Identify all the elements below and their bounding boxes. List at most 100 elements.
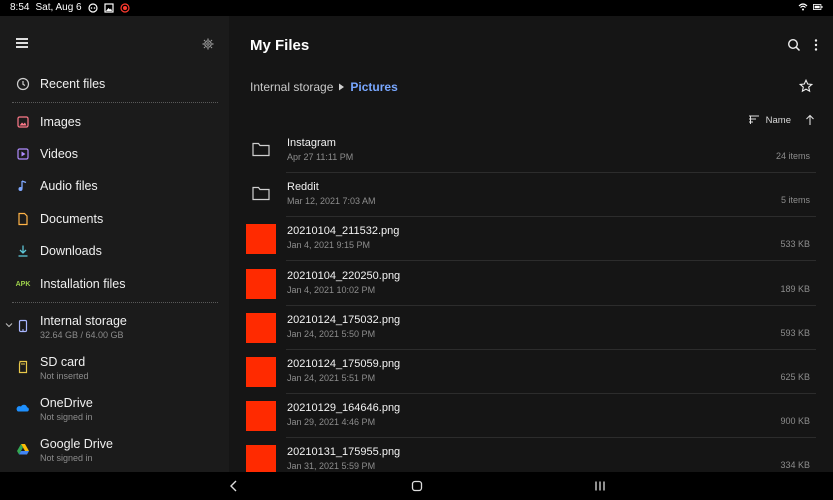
file-name: 20210104_220250.png xyxy=(287,269,401,282)
sidebar-item-recent-files[interactable]: Recent files xyxy=(0,68,229,100)
file-date: Jan 4, 2021 9:15 PM xyxy=(287,240,371,251)
sidebar-item-sd-card[interactable]: SD card Not inserted xyxy=(0,347,229,387)
gear-icon[interactable] xyxy=(202,38,214,50)
sidebar: Recent files Images Videos Audio files D… xyxy=(0,16,229,472)
menu-icon[interactable] xyxy=(16,38,28,48)
file-name: Reddit xyxy=(287,181,319,194)
file-date: Jan 24, 2021 5:50 PM xyxy=(287,328,376,339)
sidebar-item-label: Installation files xyxy=(40,277,126,291)
breadcrumb-arrow-icon xyxy=(339,83,345,91)
video-icon xyxy=(17,148,29,160)
sidebar-item-images[interactable]: Images xyxy=(0,106,229,138)
folder-row[interactable]: Reddit Mar 12, 2021 7:03 AM 5 items xyxy=(246,173,816,218)
battery-icon xyxy=(813,4,823,10)
search-icon[interactable] xyxy=(787,38,801,52)
file-size: 334 KB xyxy=(780,460,810,471)
image-icon xyxy=(17,116,29,128)
file-size: 533 KB xyxy=(780,239,810,250)
sort-by-name[interactable]: Name xyxy=(766,115,791,126)
file-date: Jan 31, 2021 5:59 PM xyxy=(287,461,376,472)
file-row[interactable]: 20210104_211532.png Jan 4, 2021 9:15 PM 53… xyxy=(246,217,816,262)
file-date: Mar 12, 2021 7:03 AM xyxy=(287,196,376,207)
image-thumbnail xyxy=(246,312,276,343)
sidebar-item-videos[interactable]: Videos xyxy=(0,138,229,170)
wifi-icon xyxy=(798,3,808,11)
breadcrumb-pictures[interactable]: Pictures xyxy=(350,80,397,94)
file-name: 20210131_175955.png xyxy=(287,446,401,459)
sidebar-item-label: Audio files xyxy=(40,179,98,193)
status-bar: 8:54 Sat, Aug 6 xyxy=(0,0,833,16)
file-date: Apr 27 11:11 PM xyxy=(287,152,354,162)
breadcrumb-internal-storage[interactable]: Internal storage xyxy=(250,80,333,94)
image-thumbnail xyxy=(246,445,276,476)
download-icon xyxy=(18,245,28,257)
file-name: 20210124_175059.png xyxy=(287,358,401,370)
storage-usage: 32.64 GB / 64.00 GB xyxy=(40,330,124,340)
sidebar-item-label: Documents xyxy=(40,212,104,226)
navigation-bar xyxy=(0,472,833,500)
divider xyxy=(12,302,218,303)
sidebar-item-installation-files[interactable]: APK Installation files xyxy=(0,268,229,300)
clock-icon xyxy=(16,77,30,91)
sidebar-item-status: Not inserted xyxy=(40,371,89,381)
recent-apps-icon[interactable] xyxy=(593,479,607,493)
sidebar-item-documents[interactable]: Documents xyxy=(0,203,229,235)
sidebar-item-label: SD card xyxy=(40,355,86,369)
apk-icon: APK xyxy=(15,280,31,288)
file-name: Instagram xyxy=(287,137,336,149)
onedrive-icon xyxy=(16,404,29,412)
file-size: 189 KB xyxy=(780,283,810,294)
file-row[interactable]: 20210124_175032.png Jan 24, 2021 5:50 PM 5… xyxy=(246,306,816,350)
more-options-icon[interactable] xyxy=(813,38,819,52)
home-icon[interactable] xyxy=(410,479,424,493)
chevron-down-icon[interactable] xyxy=(5,321,13,329)
sidebar-item-label: Recent files xyxy=(40,77,106,91)
page-title: My Files xyxy=(250,37,310,54)
folder-icon xyxy=(252,142,270,157)
sidebar-item-label: Videos xyxy=(40,147,78,161)
gallery-icon xyxy=(104,2,114,13)
sidebar-item-audio-files[interactable]: Audio files xyxy=(0,170,229,202)
music-note-icon xyxy=(18,180,27,191)
file-size: 900 KB xyxy=(780,416,810,427)
main-panel: My Files Internal storage Pictures Name … xyxy=(229,16,833,483)
star-icon[interactable] xyxy=(799,79,813,93)
status-time: 8:54 xyxy=(10,2,30,13)
file-name: 20210124_175032.png xyxy=(287,313,401,326)
folder-icon xyxy=(252,187,270,201)
phone-icon xyxy=(18,319,28,333)
sidebar-item-status: Not signed in xyxy=(40,453,93,463)
image-thumbnail xyxy=(246,357,276,387)
file-size: 625 KB xyxy=(780,372,810,382)
item-count: 24 items xyxy=(775,151,810,161)
image-thumbnail xyxy=(246,224,276,255)
file-date: Jan 24, 2021 5:51 PM xyxy=(287,373,376,383)
sort-ascending-arrow-icon[interactable] xyxy=(805,114,815,126)
sidebar-item-label: Downloads xyxy=(40,244,102,258)
file-row[interactable]: 20210129_164646.png Jan 29, 2021 4:46 PM 9… xyxy=(246,394,816,439)
discord-icon xyxy=(88,2,98,13)
sidebar-item-internal-storage[interactable]: Internal storage 32.64 GB / 64.00 GB xyxy=(0,306,229,346)
sort-icon[interactable] xyxy=(748,115,760,125)
breadcrumb: Internal storage Pictures xyxy=(250,80,398,94)
divider xyxy=(12,102,218,103)
image-thumbnail xyxy=(246,268,276,299)
document-icon xyxy=(18,212,28,226)
file-row[interactable]: 20210104_220250.png Jan 4, 2021 10:02 PM 1… xyxy=(246,262,816,306)
file-row[interactable]: 20210124_175059.png Jan 24, 2021 5:51 PM 6… xyxy=(246,350,816,394)
file-name: 20210129_164646.png xyxy=(287,402,401,415)
sort-bar: Name xyxy=(748,114,815,126)
sidebar-item-status: Not signed in xyxy=(40,412,93,422)
status-date: Sat, Aug 6 xyxy=(35,2,82,13)
sidebar-item-label: OneDrive xyxy=(40,396,93,410)
sidebar-item-label: Internal storage xyxy=(40,314,127,328)
back-icon[interactable] xyxy=(227,479,241,493)
item-count: 5 items xyxy=(780,195,810,206)
sidebar-item-onedrive[interactable]: OneDrive Not signed in xyxy=(0,388,229,428)
record-icon xyxy=(120,2,130,13)
sidebar-item-label: Images xyxy=(40,115,81,129)
sidebar-item-downloads[interactable]: Downloads xyxy=(0,235,229,267)
sd-card-icon xyxy=(18,360,28,374)
sidebar-item-google-drive[interactable]: Google Drive Not signed in xyxy=(0,429,229,469)
folder-row[interactable]: Instagram Apr 27 11:11 PM 24 items xyxy=(246,129,816,173)
